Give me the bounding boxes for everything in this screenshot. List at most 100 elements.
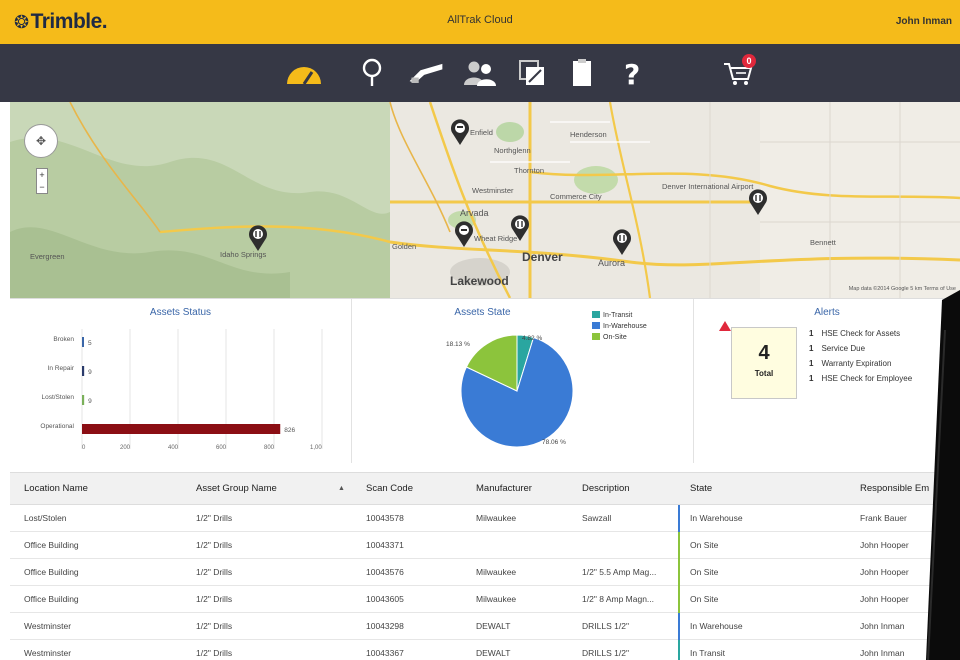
location-pin-icon xyxy=(362,58,382,86)
dashboard-icon xyxy=(287,67,321,85)
cell-scan: 10043578 xyxy=(366,513,404,523)
legend-in-transit[interactable]: In-Transit xyxy=(592,311,632,319)
map-label: Henderson xyxy=(570,130,607,139)
map-label: Denver International Airport xyxy=(662,182,754,191)
map-label: Northglenn xyxy=(494,146,531,155)
app-title: AllTrak Cloud xyxy=(447,14,513,26)
cell-location: Office Building xyxy=(24,540,79,550)
state-indicator xyxy=(678,532,680,559)
tools-button[interactable] xyxy=(406,54,446,92)
pie-label-in-transit: 4.82 % xyxy=(522,335,543,342)
status-bar[interactable] xyxy=(82,366,85,376)
pie-label-in-warehouse: 78.06 % xyxy=(542,439,566,446)
users-button[interactable] xyxy=(460,54,500,92)
cell-group: 1/2" Drills xyxy=(196,540,233,550)
alert-bell-icon xyxy=(719,321,731,331)
asset-map[interactable]: ✥ + − Enfield Northglenn Henderson Thornt… xyxy=(10,102,960,298)
asset-pin-icon[interactable] xyxy=(612,228,632,256)
asset-pin-icon[interactable] xyxy=(450,118,470,146)
map-label: Westminster xyxy=(472,186,514,195)
cell-manufacturer: Milwaukee xyxy=(476,594,517,604)
clipboard-icon xyxy=(573,59,591,86)
map-label: Enfield xyxy=(470,128,493,137)
status-bar[interactable] xyxy=(82,395,85,405)
panel-pointer xyxy=(502,462,522,472)
cell-location: Westminster xyxy=(24,648,72,658)
cell-responsible: John Hooper xyxy=(860,540,909,550)
cell-location: Office Building xyxy=(24,594,79,604)
cell-responsible: John Inman xyxy=(860,648,905,658)
table-row[interactable]: Office Building 1/2" Drills 10043576 Milwau… xyxy=(10,559,960,586)
map-pan-control[interactable]: ✥ xyxy=(24,124,58,158)
alert-item[interactable]: 1 HSE Check for Employee xyxy=(809,374,912,389)
alert-text: Service Due xyxy=(821,344,866,353)
tick-label: 0 xyxy=(82,445,86,451)
asset-pin-icon[interactable] xyxy=(510,214,530,242)
column-header-manufacturer[interactable]: Manufacturer xyxy=(476,483,532,494)
documents-button[interactable] xyxy=(512,54,552,92)
bar-label: In Repair xyxy=(47,365,74,372)
alert-count: 1 xyxy=(809,374,814,383)
table-row[interactable]: Westminster 1/2" Drills 10043367 DEWALT DRIL… xyxy=(10,640,960,660)
tick-label: 400 xyxy=(168,445,179,451)
tick-label: 200 xyxy=(120,445,131,451)
cell-responsible: John Hooper xyxy=(860,594,909,604)
cell-group: 1/2" Drills xyxy=(196,648,233,658)
legend-label: In-Warehouse xyxy=(603,323,647,330)
dashboard-button[interactable] xyxy=(284,54,324,92)
user-name[interactable]: John Inman xyxy=(896,16,952,27)
assets-status-chart: 5 9 9 826 xyxy=(81,329,323,449)
sort-ascending-icon[interactable]: ▲ xyxy=(338,485,345,492)
cell-description: 1/2" 5.5 Amp Mag... xyxy=(582,567,657,577)
table-row[interactable]: Office Building 1/2" Drills 10043605 Milwau… xyxy=(10,586,960,613)
map-attribution: Map data ©2014 Google 5 km Terms of Use xyxy=(848,286,956,292)
clipboard-button[interactable] xyxy=(562,54,602,92)
bar-value-label: 9 xyxy=(88,369,92,376)
cell-description: 1/2" 8 Amp Magn... xyxy=(582,594,655,604)
map-label: Arvada xyxy=(460,208,489,218)
cell-scan: 10043367 xyxy=(366,648,404,658)
cart-button[interactable]: 0 xyxy=(718,54,758,92)
cell-manufacturer: Milwaukee xyxy=(476,513,517,523)
table-row[interactable]: Westminster 1/2" Drills 10043298 DEWALT DRIL… xyxy=(10,613,960,640)
asset-pin-icon[interactable] xyxy=(454,220,474,248)
asset-pin-icon[interactable] xyxy=(248,224,268,252)
table-header: Location Name Asset Group Name ▲ Scan Co… xyxy=(10,473,960,505)
cart-badge: 0 xyxy=(742,54,756,68)
tick-label: 600 xyxy=(216,445,227,451)
map-label: Denver xyxy=(522,250,563,264)
help-button[interactable]: ? xyxy=(612,54,652,92)
main-toolbar: ? 0 xyxy=(0,44,960,102)
cell-group: 1/2" Drills xyxy=(196,567,233,577)
drill-tool-icon xyxy=(409,63,443,83)
column-header-asset-group[interactable]: Asset Group Name xyxy=(196,483,277,494)
alerts-title: Alerts xyxy=(814,307,840,318)
cell-location: Lost/Stolen xyxy=(24,513,67,523)
dashboard-panels: Assets Status 5 9 9 826 Broken In Repair Lo… xyxy=(10,298,960,463)
status-bar[interactable] xyxy=(82,337,84,347)
alert-item[interactable]: 1 Service Due xyxy=(809,344,912,359)
alert-total-box[interactable]: 4 Total xyxy=(731,327,797,399)
column-header-location[interactable]: Location Name xyxy=(24,483,88,494)
table-row[interactable]: Lost/Stolen 1/2" Drills 10043578 Milwaukee S… xyxy=(10,505,960,532)
location-button[interactable] xyxy=(352,54,392,92)
status-bar[interactable] xyxy=(82,424,281,434)
alert-total-label: Total xyxy=(754,369,774,378)
legend-in-warehouse[interactable]: In-Warehouse xyxy=(592,322,647,330)
cell-state: On Site xyxy=(690,540,719,550)
alert-item[interactable]: 1 Warranty Expiration xyxy=(809,359,912,374)
users-icon xyxy=(464,61,496,86)
table-row[interactable]: Office Building 1/2" Drills 10043371 On Sit… xyxy=(10,532,960,559)
column-header-scan-code[interactable]: Scan Code xyxy=(366,483,413,494)
alert-count: 1 xyxy=(809,344,814,353)
documents-icon xyxy=(519,60,544,85)
column-header-responsible[interactable]: Responsible Em xyxy=(860,483,929,494)
column-header-state[interactable]: State xyxy=(690,483,712,494)
legend-on-site[interactable]: On-Site xyxy=(592,333,627,341)
asset-pin-icon[interactable] xyxy=(748,188,768,216)
column-header-description[interactable]: Description xyxy=(582,483,630,494)
cell-state: In Transit xyxy=(690,648,725,658)
bar-label: Broken xyxy=(53,336,74,343)
map-zoom-control[interactable]: + − xyxy=(36,168,48,194)
alert-item[interactable]: 1 HSE Check for Assets xyxy=(809,329,912,344)
